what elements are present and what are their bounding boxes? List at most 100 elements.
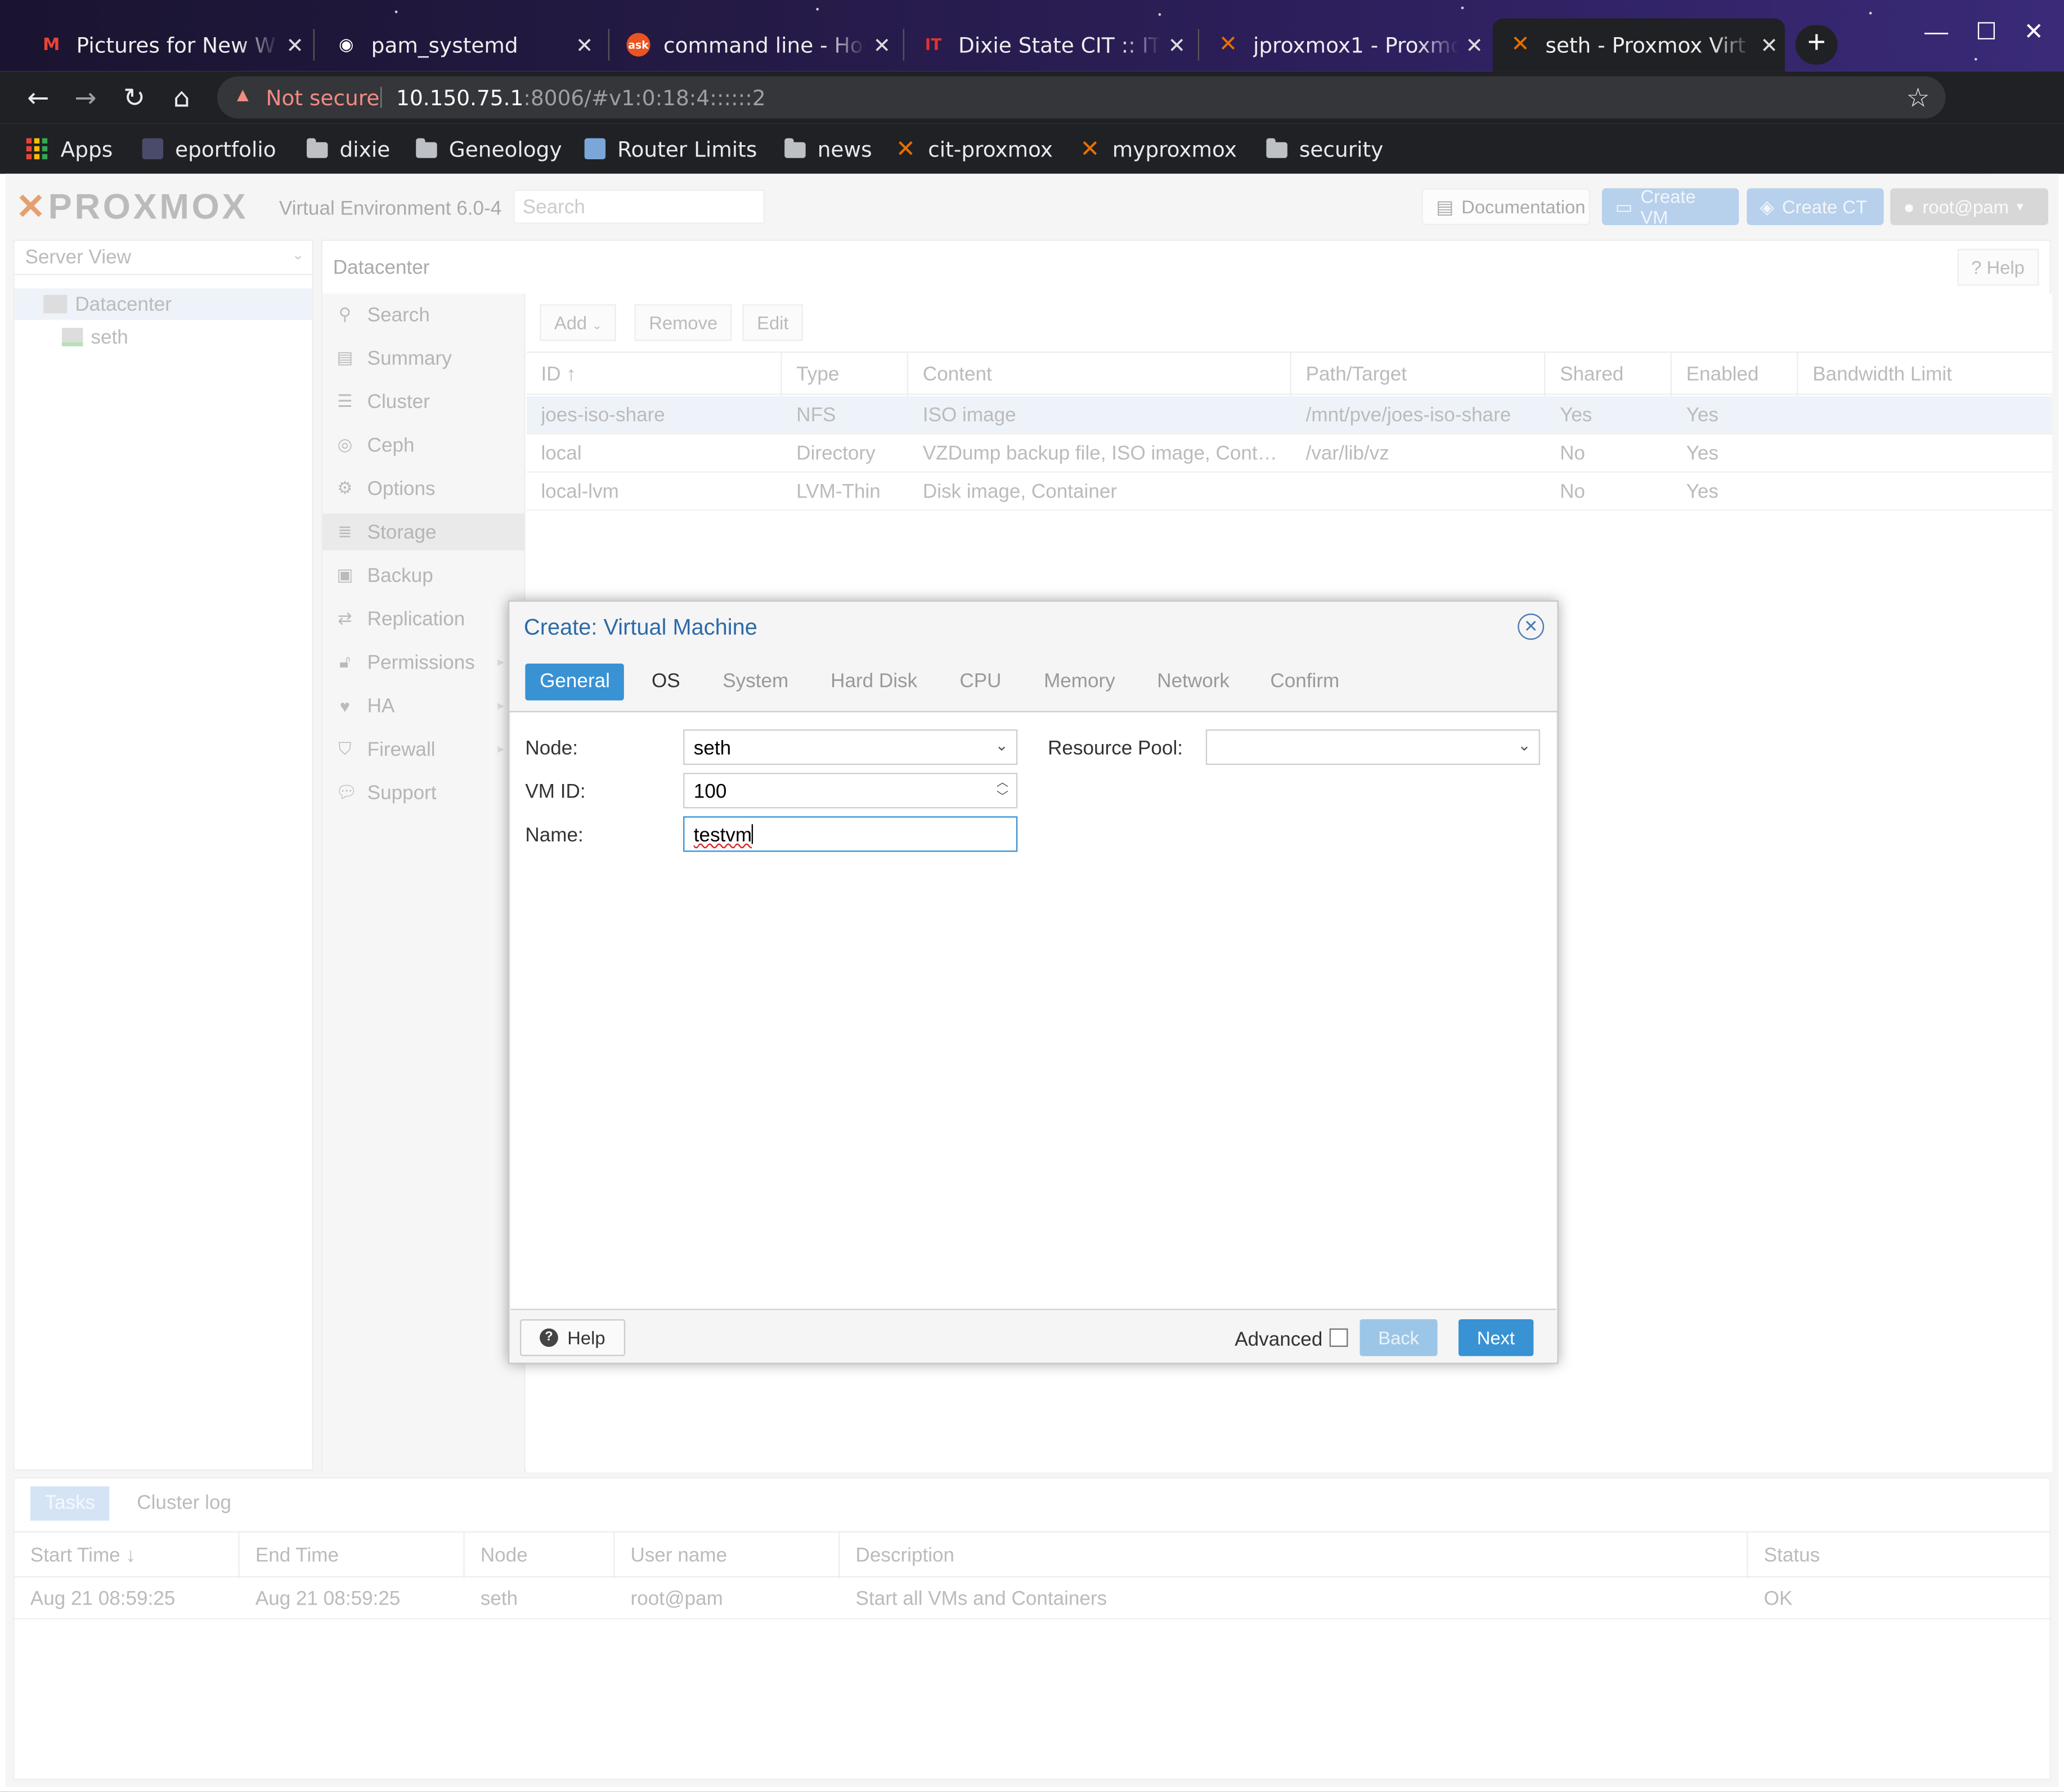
col-end-time[interactable]: End Time [255, 1544, 339, 1567]
bookmark-star-icon[interactable]: ☆ [1906, 82, 1930, 114]
col-type[interactable]: Type [796, 364, 839, 386]
tab-network[interactable]: Network [1143, 664, 1244, 701]
bookmark-router-limits[interactable]: Router Limits [584, 133, 757, 164]
spinner-arrows-icon[interactable]: ︿ ﹀ [997, 776, 1008, 804]
tab-system[interactable]: System [708, 664, 803, 701]
content-help-button[interactable]: ? Help [1957, 249, 2039, 286]
col-bandwidth[interactable]: Bandwidth Limit [1812, 364, 1952, 386]
tab-cluster-log[interactable]: Cluster log [123, 1486, 246, 1521]
close-tab-icon[interactable]: ✕ [1459, 32, 1490, 57]
nav-ha[interactable]: ♥ HA ▸ [322, 687, 525, 724]
tree-node-seth[interactable]: seth [54, 322, 128, 351]
bookmark-apps[interactable]: Apps [26, 133, 113, 164]
bookmark-cit-proxmox[interactable]: ✕ cit-proxmox [895, 133, 1053, 164]
table-row[interactable]: local Directory VZDump backup file, ISO … [526, 434, 2052, 473]
col-node[interactable]: Node [481, 1544, 528, 1567]
close-tab-icon[interactable]: ✕ [866, 32, 898, 57]
create-ct-button[interactable]: ◈ Create CT [1747, 188, 1884, 226]
close-tab-icon[interactable]: ✕ [279, 32, 311, 57]
home-icon[interactable]: ⌂ [166, 82, 198, 113]
col-start-time[interactable]: Start Time ↓ [30, 1544, 136, 1567]
browser-tab-askubuntu[interactable]: ask command line - How ✕ [611, 19, 898, 71]
back-arrow-icon[interactable]: ← [23, 82, 54, 113]
tab-confirm[interactable]: Confirm [1256, 664, 1354, 701]
bookmark-geneology[interactable]: Geneology [416, 133, 562, 164]
bookmark-eportfolio[interactable]: eportfolio [142, 133, 276, 164]
chevron-right-icon: ▸ [497, 742, 504, 756]
table-row[interactable]: joes-iso-share NFS ISO image /mnt/pve/jo… [526, 396, 2052, 434]
nav-ceph[interactable]: ◎ Ceph [322, 427, 525, 464]
col-enabled[interactable]: Enabled [1686, 364, 1759, 386]
pve-search-input[interactable]: Search [513, 189, 765, 224]
documentation-button[interactable]: ▤ Documentation [1421, 188, 1590, 226]
nav-summary[interactable]: ▤ Summary [322, 340, 525, 377]
tab-general[interactable]: General [525, 664, 625, 701]
remove-button[interactable]: Remove [634, 304, 732, 341]
bookmark-security[interactable]: security [1266, 133, 1383, 164]
nav-options[interactable]: ⚙ Options [322, 470, 525, 507]
tab-os[interactable]: OS [637, 664, 694, 701]
forward-arrow-icon[interactable]: → [70, 82, 101, 113]
col-user-name[interactable]: User name [631, 1544, 728, 1567]
close-tab-icon[interactable]: ✕ [1753, 32, 1785, 57]
nav-backup[interactable]: ▣ Backup [322, 557, 525, 594]
bookmark-dixie[interactable]: dixie [307, 133, 390, 164]
node-select[interactable]: seth ⌄ [683, 729, 1018, 765]
add-button[interactable]: Add ⌄ [540, 304, 617, 341]
browser-tab-jproxmox1[interactable]: ✕ jproxmox1 - Proxmox ✕ [1200, 19, 1490, 71]
tab-cpu[interactable]: CPU [945, 664, 1016, 701]
nav-permissions[interactable]: 🔓︎ Permissions ▸ [322, 644, 525, 681]
back-button[interactable]: Back [1359, 1319, 1438, 1356]
tab-memory[interactable]: Memory [1029, 664, 1129, 701]
col-id[interactable]: ID ↑ [541, 364, 576, 386]
nav-replication[interactable]: ⇄ Replication [322, 601, 525, 638]
maximize-icon[interactable]: ☐ [1967, 19, 2006, 46]
close-tab-icon[interactable]: ✕ [1161, 32, 1192, 57]
name-input[interactable]: testvm [683, 816, 1018, 852]
next-button[interactable]: Next [1458, 1319, 1533, 1356]
tree-datacenter[interactable]: Datacenter [14, 288, 312, 320]
help-button[interactable]: ? Help [520, 1319, 625, 1356]
reload-icon[interactable]: ↻ [119, 82, 150, 113]
table-row[interactable]: local-lvm LVM-Thin Disk image, Container… [526, 473, 2052, 511]
bookmark-news[interactable]: news [784, 133, 872, 164]
user-menu-button[interactable]: ● root@pam ▾ [1890, 188, 2048, 226]
close-window-icon[interactable]: ✕ [2014, 19, 2053, 46]
bookmark-myproxmox[interactable]: ✕ myproxmox [1079, 133, 1237, 164]
create-vm-button[interactable]: ▭ Create VM [1601, 186, 1739, 228]
col-status[interactable]: Status [1764, 1544, 1820, 1567]
edit-button[interactable]: Edit [742, 304, 804, 341]
database-icon: ≣ [338, 521, 352, 541]
advanced-checkbox[interactable] [1329, 1328, 1348, 1347]
tab-tasks[interactable]: Tasks [30, 1486, 110, 1521]
vm-id-stepper[interactable]: 100 ︿ ﹀ [683, 773, 1018, 809]
col-path[interactable]: Path/Target [1306, 364, 1407, 386]
user-icon: ● [1903, 196, 1915, 217]
minimize-icon[interactable]: — [1917, 19, 1956, 46]
col-description[interactable]: Description [856, 1544, 955, 1567]
nav-firewall[interactable]: ⛉ Firewall ▸ [322, 731, 525, 768]
nav-support[interactable]: 💬︎ Support [322, 774, 525, 812]
table-row[interactable]: Aug 21 08:59:25 Aug 21 08:59:25 seth roo… [14, 1577, 2050, 1620]
nav-search[interactable]: ⚲ Search [322, 296, 525, 333]
browser-tab-pam-systemd[interactable]: ◉ pam_systemd ✕ [318, 19, 600, 71]
browser-tab-dixie[interactable]: IT Dixie State CIT :: IT ✕ [905, 19, 1192, 71]
nav-storage[interactable]: ≣ Storage [322, 513, 526, 550]
close-tab-icon[interactable]: ✕ [569, 32, 600, 57]
browser-tab-gmail[interactable]: M Pictures for New W ✕ [24, 19, 311, 71]
chevron-down-icon: ▾ [2016, 199, 2023, 214]
nav-cluster[interactable]: ☰ Cluster [322, 383, 525, 420]
folder-icon [416, 138, 437, 158]
tab-hard-disk[interactable]: Hard Disk [816, 664, 932, 701]
col-shared[interactable]: Shared [1560, 364, 1623, 386]
close-icon[interactable]: ✕ [1518, 613, 1544, 640]
address-bar[interactable]: ▲ Not secure 10.150.75.1:8006/#v1:0:18:4… [217, 76, 1946, 119]
cube-icon: ◈ [1760, 195, 1774, 217]
server-view-select[interactable]: Server View ⌄ [14, 241, 312, 275]
col-content[interactable]: Content [923, 364, 992, 386]
address-url: 10.150.75.1:8006/#v1:0:18:4::::::2 [396, 86, 766, 111]
browser-tab-seth-active[interactable]: ✕ seth - Proxmox Virt ✕ [1492, 18, 1785, 71]
server-icon: ☰ [337, 391, 353, 411]
new-tab-button[interactable]: + [1795, 25, 1838, 65]
resource-pool-select[interactable]: ⌄ [1205, 729, 1540, 765]
